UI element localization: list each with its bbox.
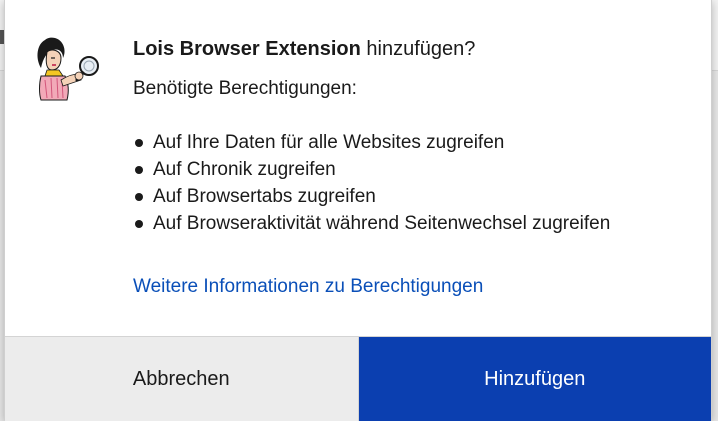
extension-name: Lois Browser Extension [133, 38, 361, 60]
bullet-icon [135, 166, 143, 174]
add-extension-button[interactable]: Hinzufügen [358, 337, 711, 421]
title-suffix: hinzufügen? [360, 38, 476, 60]
add-extension-dialog: Lois Browser Extension hinzufügen? Benöt… [4, 0, 712, 421]
bullet-icon [135, 220, 143, 228]
permissions-info-link[interactable]: Weitere Informationen zu Berechtigungen [133, 276, 483, 298]
permission-item: Auf Chronik zugreifen [133, 157, 653, 183]
extension-mascot-icon [37, 37, 99, 101]
permission-label: Auf Browseraktivität während Seitenwechs… [153, 213, 611, 234]
permission-label: Auf Browsertabs zugreifen [153, 186, 376, 207]
bullet-icon [135, 193, 143, 201]
permissions-list: Auf Ihre Daten für alle Websites zugreif… [133, 130, 653, 238]
permissions-heading: Benötigte Berechtigungen: [133, 78, 357, 99]
cancel-button[interactable]: Abbrechen [5, 337, 359, 421]
permission-label: Auf Ihre Daten für alle Websites zugreif… [153, 132, 505, 153]
bullet-icon [135, 139, 143, 147]
permission-item: Auf Browsertabs zugreifen [133, 184, 653, 210]
dialog-title: Lois Browser Extension hinzufügen? [133, 38, 475, 61]
permission-item: Auf Ihre Daten für alle Websites zugreif… [133, 130, 653, 156]
permission-label: Auf Chronik zugreifen [153, 159, 336, 180]
dialog-footer: Abbrechen Hinzufügen [5, 336, 711, 421]
permission-item: Auf Browseraktivität während Seitenwechs… [133, 211, 633, 237]
